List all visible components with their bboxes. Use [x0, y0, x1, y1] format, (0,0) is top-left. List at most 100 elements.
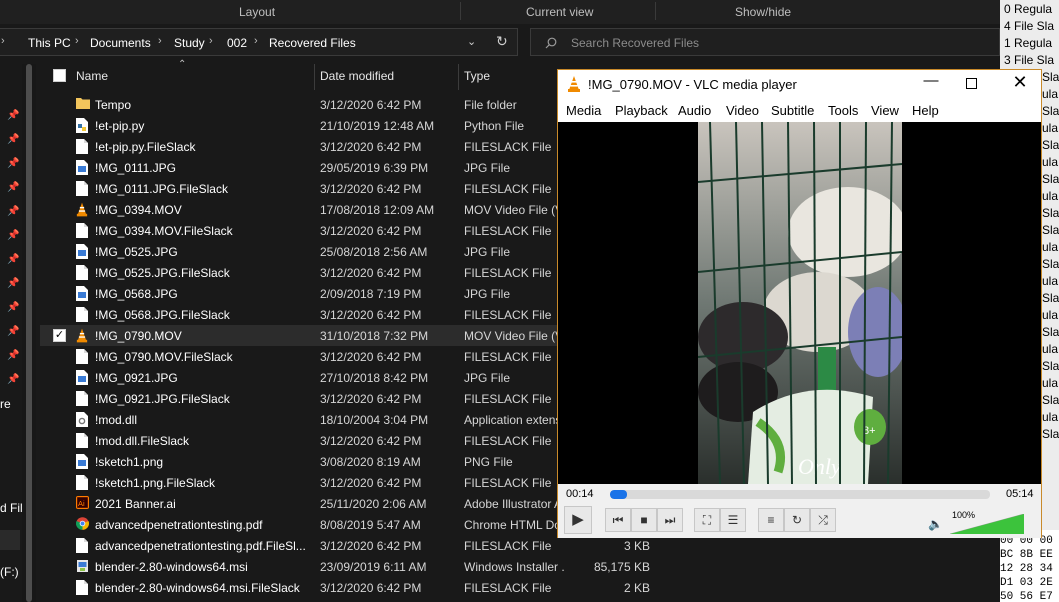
video-display[interactable]: 8+ Only	[558, 122, 1041, 484]
menu-playback[interactable]: Playback	[615, 103, 668, 118]
close-icon[interactable]: ✕	[1010, 72, 1030, 93]
file-row[interactable]: !MG_0525.JPG 25/08/2018 2:56 AM JPG File	[40, 241, 560, 262]
file-row[interactable]: advancedpenetrationtesting.pdf.FileSl...…	[40, 535, 650, 556]
file-row[interactable]: ✓ !MG_0790.MOV 31/10/2018 7:32 PM MOV Video…	[40, 325, 564, 346]
fullscreen-button[interactable]: ⛶	[694, 508, 720, 532]
maximize-icon[interactable]	[966, 78, 977, 89]
menu-view[interactable]: View	[871, 103, 899, 118]
row-checkbox[interactable]: ✓	[53, 329, 66, 342]
chevron-right-icon[interactable]: ›	[75, 35, 79, 47]
menu-tools[interactable]: Tools	[828, 103, 858, 118]
file-row[interactable]: !MG_0568.JPG.FileSlack 3/12/2020 6:42 PM F…	[40, 304, 560, 325]
file-row[interactable]: advancedpenetrationtesting.pdf 8/08/2019 …	[40, 514, 564, 535]
file-row[interactable]: !MG_0111.JPG 29/05/2019 6:39 PM JPG File	[40, 157, 560, 178]
file-row[interactable]: !MG_0921.JPG 27/10/2018 8:42 PM JPG File	[40, 367, 560, 388]
pin-icon[interactable]: 📌	[7, 303, 19, 313]
file-row[interactable]: !MG_0790.MOV.FileSlack 3/12/2020 6:42 PM F…	[40, 346, 560, 367]
pin-icon[interactable]: 📌	[7, 231, 19, 241]
next-button[interactable]: ⏭	[657, 508, 683, 532]
select-all-checkbox[interactable]	[53, 69, 66, 82]
pin-icon[interactable]: 📌	[7, 351, 19, 361]
speaker-icon[interactable]: 🔈	[928, 517, 943, 531]
pin-icon[interactable]: 📌	[7, 207, 19, 217]
nav-item-label[interactable]: re	[0, 397, 11, 411]
shuffle-button[interactable]: ⤮	[810, 508, 836, 532]
previous-button[interactable]: ⏮	[605, 508, 631, 532]
file-row[interactable]: !MG_0394.MOV 17/08/2018 12:09 AM MOV Video…	[40, 199, 564, 220]
column-divider[interactable]	[314, 64, 315, 90]
nav-item-highlight[interactable]	[0, 530, 20, 550]
menu-media[interactable]: Media	[566, 103, 601, 118]
playlist-icon: ≡	[767, 513, 775, 527]
chevron-right-icon[interactable]: ›	[1, 35, 5, 47]
hex-line: D1 03 2E	[1000, 577, 1053, 589]
file-row[interactable]: !sketch1.png.FileSlack 3/12/2020 6:42 PM F…	[40, 472, 560, 493]
file-row[interactable]: !MG_0525.JPG.FileSlack 3/12/2020 6:42 PM F…	[40, 262, 560, 283]
pin-icon[interactable]: 📌	[7, 375, 19, 385]
breadcrumb-item[interactable]: 002	[227, 36, 247, 50]
stop-button[interactable]: ■	[631, 508, 657, 532]
file-row[interactable]: !mod.dll 18/10/2004 3:04 PM Application ex…	[40, 409, 564, 430]
file-row[interactable]: !et-pip.py 21/10/2019 12:48 AM Python File	[40, 115, 560, 136]
elapsed-time[interactable]: 00:14	[566, 488, 594, 500]
file-row[interactable]: Tempo 3/12/2020 6:42 PM File folder	[40, 94, 560, 115]
ribbon-group-show-hide[interactable]: Show/hide	[735, 5, 791, 19]
pin-icon[interactable]: 📌	[7, 255, 19, 265]
file-row[interactable]: !MG_0921.JPG.FileSlack 3/12/2020 6:42 PM F…	[40, 388, 560, 409]
chevron-right-icon[interactable]: ›	[209, 35, 213, 47]
vlc-title-bar[interactable]: !MG_0790.MOV - VLC media player — ✕	[558, 70, 1041, 100]
file-type: FILESLACK File	[464, 224, 552, 238]
pin-icon[interactable]: 📌	[7, 183, 19, 193]
menu-subtitle[interactable]: Subtitle	[771, 103, 814, 118]
file-row[interactable]: !sketch1.png 3/08/2020 8:19 AM PNG File	[40, 451, 560, 472]
file-row[interactable]: !mod.dll.FileSlack 3/12/2020 6:42 PM FILES…	[40, 430, 560, 451]
chevron-right-icon[interactable]: ›	[254, 35, 258, 47]
file-date-modified: 3/12/2020 6:42 PM	[320, 581, 422, 595]
menu-video[interactable]: Video	[726, 103, 759, 118]
menu-audio[interactable]: Audio	[678, 103, 711, 118]
playlist-button[interactable]: ≡	[758, 508, 784, 532]
breadcrumb-item[interactable]: This PC	[28, 36, 71, 50]
nav-scrollbar-thumb[interactable]	[26, 64, 32, 602]
nav-item-drive[interactable]: (F:)	[0, 565, 19, 579]
extended-settings-button[interactable]: ☰	[720, 508, 746, 532]
address-dropdown-icon[interactable]: ⌄	[467, 35, 476, 48]
pin-icon[interactable]: 📌	[7, 135, 19, 145]
breadcrumb-item[interactable]: Study	[174, 36, 205, 50]
column-header-date[interactable]: Date modified	[320, 69, 394, 83]
nav-item-label[interactable]: d Fil	[0, 501, 23, 515]
background-text-line: Sla	[1042, 427, 1059, 441]
file-name: blender-2.80-windows64.msi.FileSlack	[95, 581, 300, 595]
search-input[interactable]: Search Recovered Files	[530, 28, 1000, 56]
pin-icon[interactable]: 📌	[7, 279, 19, 289]
file-row[interactable]: !MG_0111.JPG.FileSlack 3/12/2020 6:42 PM F…	[40, 178, 560, 199]
seek-bar[interactable]	[610, 490, 990, 499]
nav-scrollbar[interactable]	[22, 64, 36, 602]
pin-icon[interactable]: 📌	[7, 111, 19, 121]
refresh-icon[interactable]: ↻	[496, 33, 508, 50]
column-divider[interactable]	[458, 64, 459, 90]
column-header-type[interactable]: Type	[464, 69, 490, 83]
menu-help[interactable]: Help	[912, 103, 939, 118]
minimize-icon[interactable]: —	[918, 72, 944, 89]
address-bar[interactable]: › This PC › Documents › Study › 002 › Re…	[0, 28, 518, 56]
file-row[interactable]: blender-2.80-windows64.msi 23/09/2019 6:1…	[40, 556, 650, 577]
ribbon-group-current-view[interactable]: Current view	[526, 5, 593, 19]
file-row[interactable]: Ai 2021 Banner.ai 25/11/2020 2:06 AM Adobe …	[40, 493, 564, 514]
file-row[interactable]: !MG_0394.MOV.FileSlack 3/12/2020 6:42 PM F…	[40, 220, 560, 241]
loop-button[interactable]: ↻	[784, 508, 810, 532]
file-row[interactable]: !et-pip.py.FileSlack 3/12/2020 6:42 PM FIL…	[40, 136, 560, 157]
chevron-right-icon[interactable]: ›	[158, 35, 162, 47]
file-name: !MG_0568.JPG	[95, 287, 178, 301]
file-row[interactable]: blender-2.80-windows64.msi.FileSlack 3/12…	[40, 577, 650, 598]
pin-icon[interactable]: 📌	[7, 159, 19, 169]
breadcrumb-item[interactable]: Documents	[90, 36, 151, 50]
pin-icon[interactable]: 📌	[7, 327, 19, 337]
column-header-name[interactable]: Name	[76, 69, 108, 83]
play-icon: ▶	[572, 511, 584, 528]
breadcrumb-item[interactable]: Recovered Files	[269, 36, 356, 50]
play-button[interactable]: ▶	[564, 506, 592, 534]
ribbon-group-layout[interactable]: Layout	[239, 5, 275, 19]
volume-slider[interactable]	[950, 514, 1024, 534]
file-row[interactable]: !MG_0568.JPG 2/09/2018 7:19 PM JPG File	[40, 283, 560, 304]
